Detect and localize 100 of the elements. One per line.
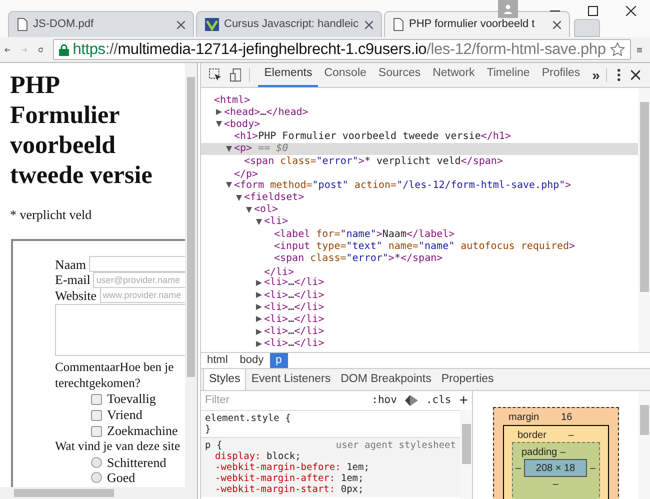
- box-label: padding: [522, 446, 558, 459]
- box-value: 16: [561, 411, 572, 425]
- dom-node-text: <fieldset>: [244, 191, 304, 204]
- star-icon[interactable]: [610, 42, 625, 57]
- field-label: Naam: [55, 256, 86, 272]
- dom-node-text: <input type="text" name="name" autofocus required>: [274, 240, 576, 253]
- text-input[interactable]: www.provider.name: [100, 287, 185, 304]
- breadcrumb[interactable]: html: [201, 353, 234, 368]
- text-input[interactable]: user@provider.name: [93, 272, 185, 288]
- browser-tab[interactable]: PHP formulier voorbeeld t: [384, 11, 570, 37]
- horizontal-scrollbar[interactable]: [0, 487, 197, 499]
- dom-node-row[interactable]: <li>…</li>: [201, 289, 638, 302]
- dom-node-text: <head>…</head>: [224, 106, 308, 119]
- breadcrumb[interactable]: body: [234, 353, 270, 368]
- vertical-scrollbar[interactable]: [460, 410, 472, 499]
- rule-source: user agent stylesheet: [336, 440, 456, 451]
- closing-tag: </li>: [264, 264, 294, 277]
- dom-node-text: <html>: [214, 94, 250, 107]
- panel-tab[interactable]: Properties: [436, 369, 499, 390]
- dom-node-text: <h1>PHP Formulier voorbeeld tweede versie</h1>: [234, 130, 511, 143]
- dom-node-row[interactable]: <li>…</li>: [201, 301, 638, 314]
- dom-node-text: <li>…</li>: [264, 312, 324, 326]
- devtools-tab[interactable]: Timeline: [480, 63, 536, 87]
- dom-node-row[interactable]: <li>…</li>: [201, 313, 638, 326]
- box-label: margin: [508, 411, 540, 425]
- dom-node-row[interactable]: <p> == $0: [201, 142, 638, 155]
- panel-tab[interactable]: Event Listeners: [246, 369, 336, 390]
- expanded-triangle-icon[interactable]: [216, 121, 222, 128]
- rendering-icon[interactable]: [404, 395, 418, 406]
- checkbox-label: Toevallig: [107, 391, 156, 407]
- dom-node-row[interactable]: <li>…</li>: [201, 338, 638, 350]
- box-value: –: [568, 429, 574, 442]
- device-icon[interactable]: [230, 68, 242, 82]
- dom-node-row[interactable]: <li>…</li>: [201, 276, 638, 289]
- dom-node-text: <ol>: [254, 203, 278, 216]
- dom-node-row[interactable]: <span class="error">*</span>: [201, 252, 638, 265]
- dom-node-row[interactable]: <li>…</li>: [201, 326, 638, 338]
- vertical-scrollbar[interactable]: [185, 63, 197, 487]
- radio-label: Goed: [107, 470, 136, 486]
- panel-tab[interactable]: DOM Breakpoints: [336, 369, 436, 390]
- vertical-scrollbar[interactable]: [638, 88, 650, 352]
- checkbox-label: Vriend: [107, 407, 142, 423]
- more-options-icon[interactable]: [616, 68, 621, 82]
- checkbox[interactable]: [91, 394, 102, 404]
- box-value: –: [552, 478, 560, 492]
- form-label: terechtgekomen?: [55, 376, 142, 391]
- maximize-icon[interactable]: [588, 6, 598, 16]
- text-input[interactable]: [89, 256, 185, 272]
- dom-node-row[interactable]: <span class="error">* verplicht veld</span>: [201, 154, 638, 168]
- browser-tab[interactable]: Cursus Javascript: handleic: [196, 11, 382, 37]
- checkbox[interactable]: [91, 410, 102, 420]
- vertical-scrollbar[interactable]: [638, 391, 650, 499]
- box-value: –: [560, 446, 566, 459]
- devtools-tab[interactable]: Sources: [372, 63, 427, 87]
- tab-title: Cursus Javascript: handleic: [224, 17, 360, 32]
- devtools-tab[interactable]: Console: [318, 63, 372, 87]
- browser-tab[interactable]: JS-DOM.pdf: [8, 11, 194, 37]
- content-box: 208 × 18: [524, 459, 587, 477]
- close-icon[interactable]: [553, 20, 561, 28]
- inspect-icon[interactable]: [209, 68, 222, 82]
- breadcrumb[interactable]: p: [270, 353, 288, 368]
- class-toggle[interactable]: .cls: [426, 392, 452, 408]
- dom-node-row[interactable]: <input type="text" name="name" autofocus required>: [201, 240, 638, 252]
- tab-title: JS-DOM.pdf: [33, 17, 95, 32]
- filter-input[interactable]: Filter: [205, 392, 364, 409]
- dom-node-row[interactable]: <fieldset>: [201, 192, 638, 204]
- dom-node-row[interactable]: <form method="post" action="/les-12/form-html-save.php">: [201, 179, 638, 192]
- devtools-tab[interactable]: Network: [426, 63, 481, 87]
- dom-node-row[interactable]: <html>: [201, 94, 638, 106]
- field-label: Website: [55, 288, 97, 303]
- document-icon: [393, 18, 404, 31]
- more-tabs-button[interactable]: »: [586, 63, 606, 87]
- form-label: CommentaarHoe ben je: [55, 360, 175, 376]
- devtools-tab[interactable]: Elements: [258, 63, 318, 87]
- dom-node-row[interactable]: <ol>: [201, 204, 638, 216]
- field-label: E-mail: [55, 272, 90, 288]
- collapsed-triangle-icon[interactable]: [216, 109, 222, 116]
- panel-tab[interactable]: Styles: [203, 369, 246, 390]
- dom-node-text: <li>…</li>: [264, 300, 324, 314]
- close-icon[interactable]: [626, 6, 636, 16]
- checkbox[interactable]: [91, 426, 102, 436]
- add-rule-button[interactable]: +: [459, 393, 468, 408]
- dom-node-row[interactable]: <label for="name">Naam</label>: [201, 228, 638, 240]
- tab-title: PHP formulier voorbeeld t: [409, 17, 536, 32]
- dom-node-row[interactable]: <li>: [201, 216, 638, 228]
- devtools-tab[interactable]: Profiles: [536, 63, 586, 87]
- box-value: –: [516, 462, 522, 476]
- close-icon[interactable]: [630, 70, 640, 80]
- radio-button[interactable]: [91, 472, 102, 484]
- required-note: * verplicht veld: [10, 206, 93, 224]
- dom-node-row[interactable]: <body>: [201, 118, 638, 131]
- css-declaration: -webkit-margin-start: 0px;: [214, 484, 365, 495]
- css-declaration: display: block;: [214, 451, 302, 462]
- expanded-triangle-icon[interactable]: [226, 146, 232, 152]
- dom-node-row[interactable]: <head>…</head>: [201, 106, 638, 118]
- minimize-icon[interactable]: [550, 10, 560, 12]
- radio-button[interactable]: [91, 456, 102, 468]
- dom-node-text: <li>: [264, 215, 288, 229]
- dom-node-row[interactable]: <h1>PHP Formulier voorbeeld tweede versie</h1>: [201, 130, 638, 143]
- hover-state-toggle[interactable]: :hov: [372, 392, 397, 408]
